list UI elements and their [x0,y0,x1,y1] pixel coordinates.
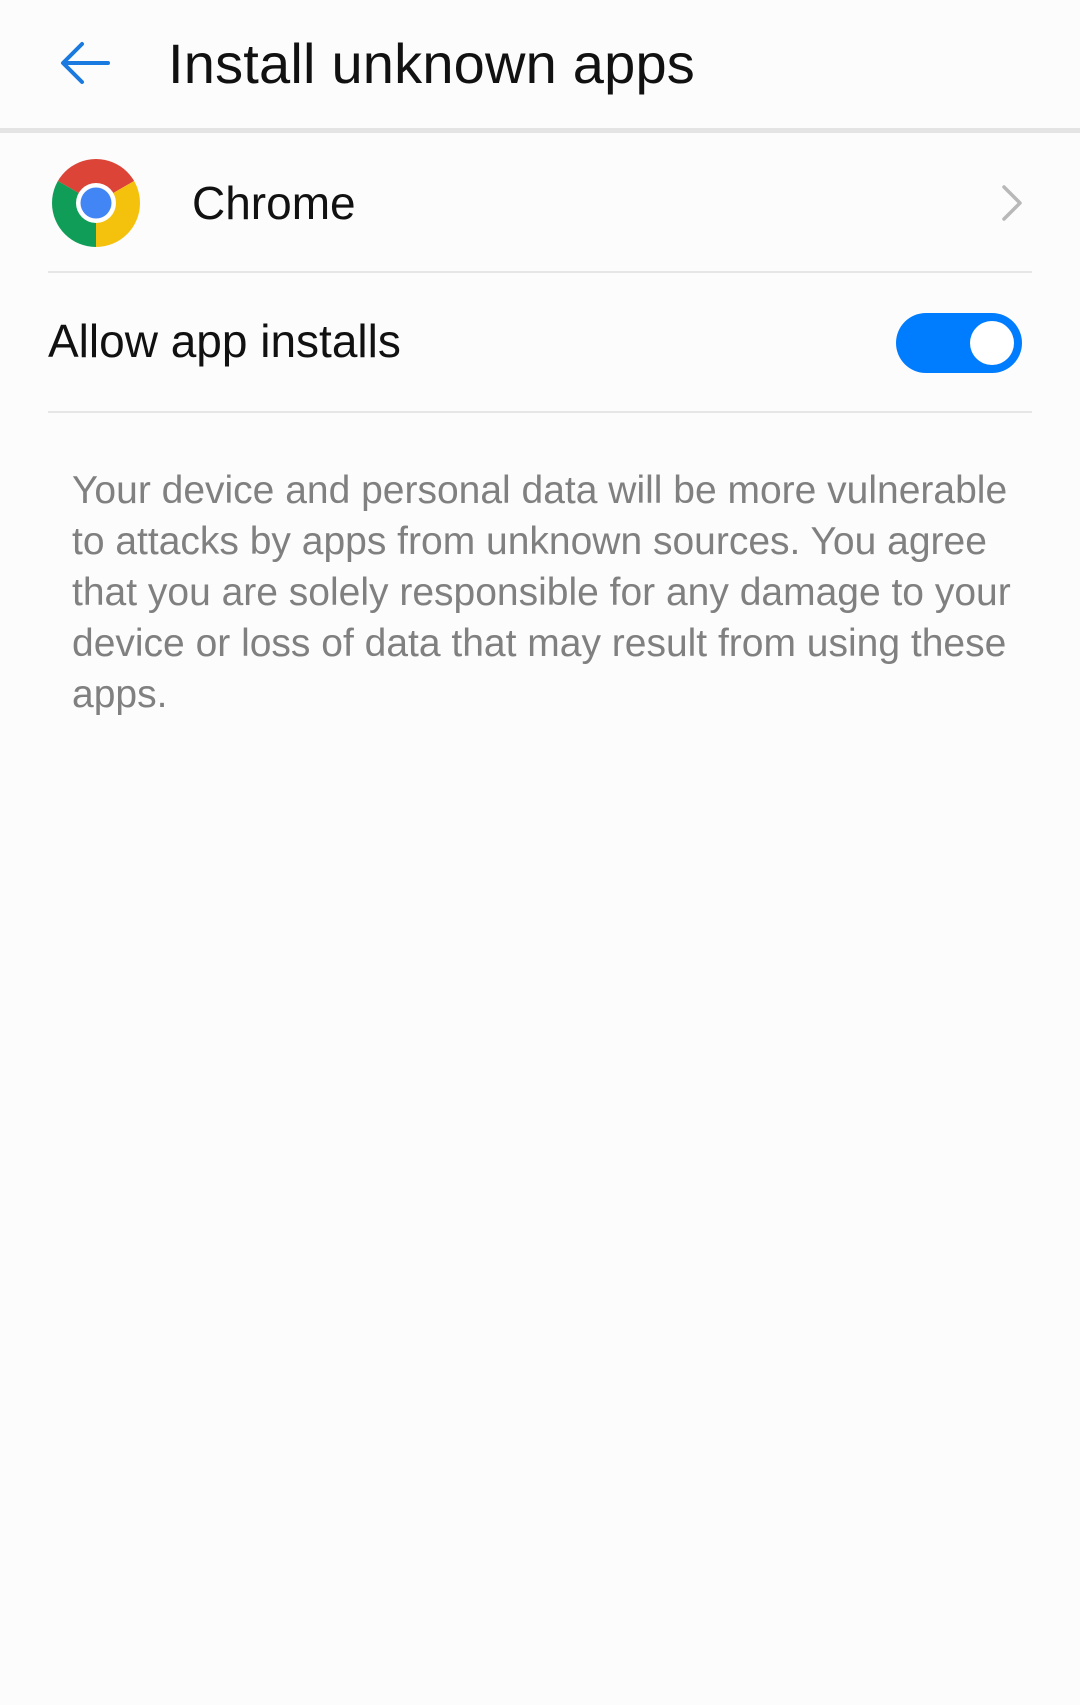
security-warning-text: Your device and personal data will be mo… [72,469,1011,716]
app-row-chrome[interactable]: Chrome [0,133,1080,271]
chrome-logo-icon [52,159,140,247]
allow-installs-label: Allow app installs [48,315,401,367]
chevron-right-icon [1002,185,1022,221]
toggle-knob [970,321,1014,365]
back-button[interactable] [44,22,124,102]
page-title: Install unknown apps [168,32,696,95]
arrow-left-icon [61,42,110,84]
app-bar: Install unknown apps [0,0,1080,128]
app-name: Chrome [192,177,356,229]
allow-installs-toggle[interactable] [896,313,1022,373]
row-divider [48,411,1032,413]
allow-installs-row[interactable]: Allow app installs [0,273,1080,411]
